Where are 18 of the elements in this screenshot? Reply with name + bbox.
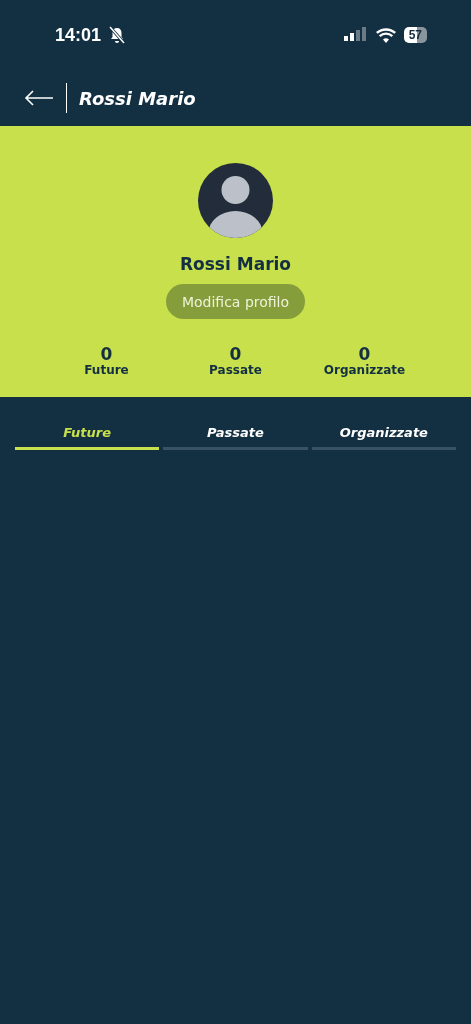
stat-label: Organizzate bbox=[323, 363, 406, 377]
stat-label: Passate bbox=[209, 363, 262, 377]
tab[interactable]: Passate bbox=[163, 425, 308, 450]
profile-name: Rossi Mario bbox=[180, 254, 291, 274]
stat-value: 0 bbox=[229, 345, 242, 363]
status-time: 14:01 bbox=[55, 24, 102, 46]
wifi-icon bbox=[375, 27, 396, 43]
stat-label: Future bbox=[84, 363, 129, 377]
tab[interactable]: Future bbox=[15, 425, 160, 450]
back-arrow-icon[interactable] bbox=[24, 90, 54, 106]
signal-icon bbox=[343, 27, 368, 43]
page-title: Rossi Mario bbox=[79, 87, 196, 109]
battery-icon: 57 bbox=[403, 27, 427, 43]
avatar-icon bbox=[198, 163, 273, 238]
muted-bell-icon bbox=[109, 26, 126, 44]
tab[interactable]: Organizzate bbox=[311, 425, 456, 450]
stat-value: 0 bbox=[358, 345, 371, 363]
stat-value: 0 bbox=[100, 345, 113, 363]
